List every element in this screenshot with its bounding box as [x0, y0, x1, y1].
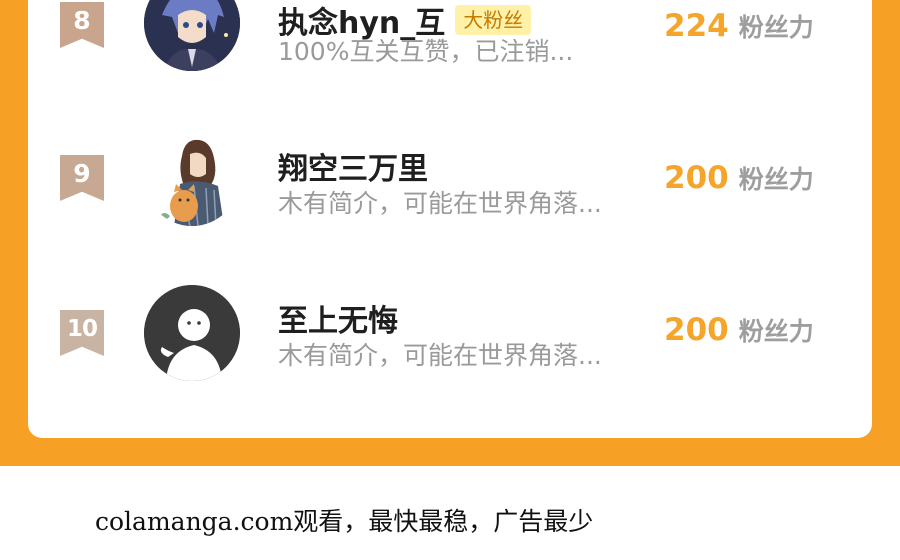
- user-name[interactable]: 翔空三万里: [278, 144, 428, 188]
- fan-power-value: 200: [664, 160, 729, 196]
- fan-power-value: 224: [664, 8, 729, 44]
- rank-badge: 8: [60, 2, 104, 48]
- user-bio: 木有简介，可能在世界角落...: [278, 341, 602, 370]
- avatar[interactable]: [144, 0, 240, 71]
- fan-power: 200 粉丝力: [664, 160, 814, 196]
- fan-ranking-card: 8 执念hyn_互 大粉丝 100%互关互赞，已注销... 224 粉丝力 9 …: [28, 0, 872, 438]
- user-bio: 100%互关互赞，已注销...: [278, 37, 574, 66]
- fan-power-unit: 粉丝力: [738, 13, 814, 42]
- fan-tag: 大粉丝: [455, 5, 532, 35]
- fan-power: 224 粉丝力: [664, 8, 814, 44]
- fan-power-unit: 粉丝力: [738, 317, 814, 346]
- default-user-avatar-icon: [144, 285, 240, 381]
- anime-character-avatar-icon: [144, 0, 240, 71]
- ranking-row[interactable]: 8 执念hyn_互 大粉丝 100%互关互赞，已注销... 224 粉丝力: [28, 0, 872, 90]
- user-bio: 木有简介，可能在世界角落...: [278, 189, 602, 218]
- illustrated-person-with-cat-avatar-icon: [144, 130, 240, 226]
- rank-badge: 9: [60, 155, 104, 201]
- fan-power: 200 粉丝力: [664, 312, 814, 348]
- avatar[interactable]: [144, 285, 240, 381]
- fan-power-value: 200: [664, 312, 729, 348]
- source-watermark-text: colamanga.com观看，最快最稳，广告最少: [95, 507, 594, 536]
- ranking-row[interactable]: 10 至上无悔 木有简介，可能在世界角落... 200 粉丝力: [28, 272, 872, 392]
- rank-badge: 10: [60, 310, 104, 356]
- fan-power-unit: 粉丝力: [738, 165, 814, 194]
- avatar[interactable]: [144, 130, 240, 226]
- ranking-row[interactable]: 9 翔空三万里 木有简介，可能在世界角落... 200 粉丝力: [28, 120, 872, 240]
- user-name[interactable]: 至上无悔: [278, 296, 398, 340]
